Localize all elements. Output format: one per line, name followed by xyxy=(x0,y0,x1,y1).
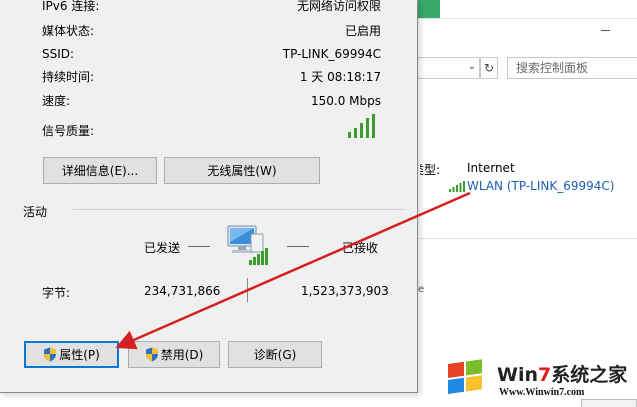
watermark-brand: Win7系统之家 xyxy=(497,364,628,386)
sent-line xyxy=(188,246,210,247)
refresh-icon[interactable]: ↻ xyxy=(480,57,498,79)
chevron-down-icon[interactable]: ⌄ xyxy=(466,60,478,74)
received-label: 已接收 xyxy=(342,241,379,255)
sent-label: 已发送 xyxy=(144,241,181,255)
row-label-ipv6: IPv6 连接: xyxy=(42,0,100,13)
shield-icon xyxy=(44,347,57,361)
details-button[interactable]: 详细信息(E)... xyxy=(43,157,157,184)
row-label-ssid: SSID: xyxy=(42,47,75,61)
properties-button[interactable]: 属性(P) xyxy=(24,341,119,368)
activity-section-title: 活动 xyxy=(23,205,48,219)
diagnose-button[interactable]: 诊断(G) xyxy=(228,341,322,368)
properties-button-label: 属性(P) xyxy=(59,348,100,362)
row-value-duration: 1 天 08:18:17 xyxy=(299,70,381,84)
signal-bars-icon xyxy=(348,114,375,138)
received-line xyxy=(287,246,309,247)
wlan-status-dialog: IPv6 连接: 无网络访问权限 媒体状态: 已启用 SSID: TP-LINK… xyxy=(0,0,418,393)
minimize-icon[interactable] xyxy=(601,30,610,31)
window-title-accent xyxy=(418,0,440,18)
row-value-speed: 150.0 Mbps xyxy=(310,94,381,108)
row-label-signal-quality: 信号质量: xyxy=(42,124,95,138)
row-value-ipv6: 无网络访问权限 xyxy=(296,0,381,13)
shield-icon xyxy=(145,347,158,361)
row-value-ssid: TP-LINK_69994C xyxy=(282,47,381,61)
disable-button[interactable]: 禁用(D) xyxy=(128,341,220,368)
disable-button-label: 禁用(D) xyxy=(160,348,204,362)
activity-divider xyxy=(73,209,405,210)
watermark-url: Www.Winwin7.com xyxy=(499,387,585,398)
bytes-divider xyxy=(247,278,248,302)
row-label-speed: 速度: xyxy=(42,94,71,108)
title-separator xyxy=(418,18,637,19)
truncated-text: e xyxy=(418,284,425,295)
search-input[interactable]: 搜索控制面板 xyxy=(507,57,637,79)
connection-type-value: Internet xyxy=(467,161,515,175)
bytes-label: 字节: xyxy=(42,286,71,300)
row-value-media-state: 已启用 xyxy=(344,24,381,38)
bytes-sent-value: 234,731,866 xyxy=(144,284,221,298)
network-pc-icon xyxy=(227,225,268,265)
wireless-properties-button[interactable]: 无线属性(W) xyxy=(164,157,320,184)
wlan-connection-link[interactable]: WLAN (TP-LINK_69994C) xyxy=(467,179,614,193)
wifi-signal-icon xyxy=(449,181,465,192)
section-separator xyxy=(418,238,637,239)
row-label-duration: 持续时间: xyxy=(42,70,95,84)
row-label-media-state: 媒体状态: xyxy=(42,24,95,38)
bytes-received-value: 1,523,373,903 xyxy=(301,284,389,298)
